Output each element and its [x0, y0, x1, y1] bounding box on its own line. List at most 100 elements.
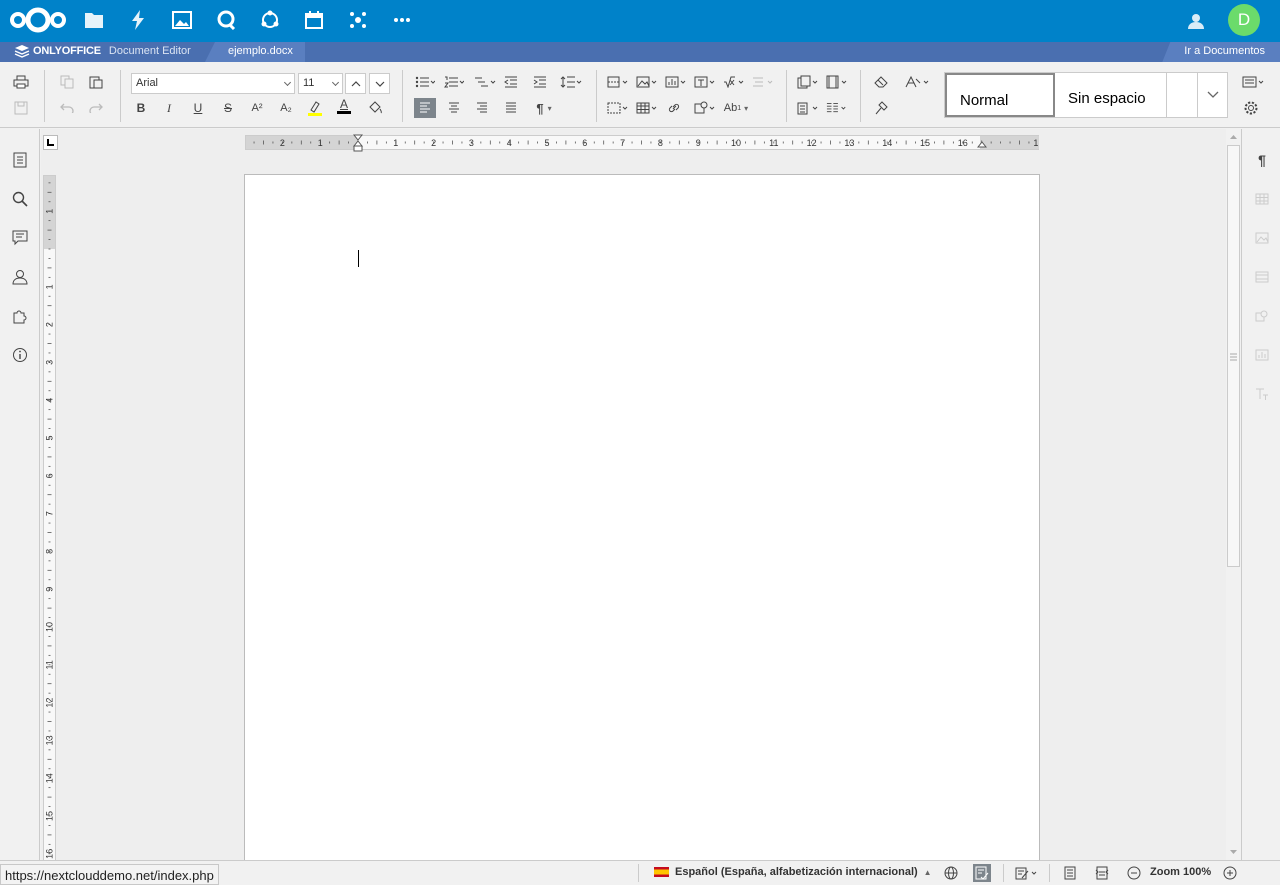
styles-more-button[interactable] [1197, 73, 1227, 117]
shape-settings-icon[interactable] [1253, 307, 1271, 325]
page-break-icon[interactable] [607, 72, 629, 92]
file-menu-icon[interactable] [10, 150, 30, 170]
paste-icon[interactable] [85, 72, 107, 92]
font-color-button[interactable]: A [333, 96, 355, 116]
undo-icon[interactable] [56, 98, 78, 118]
zoom-out-icon[interactable] [1125, 864, 1143, 882]
scrollbar-thumb[interactable] [1227, 145, 1240, 567]
spell-check-icon[interactable] [973, 864, 991, 882]
subscript-button[interactable]: A₂ [275, 98, 297, 118]
insert-table-icon[interactable] [636, 98, 658, 118]
fit-to-width-icon[interactable] [1093, 864, 1111, 882]
font-size-combo[interactable]: 11 [298, 73, 343, 94]
decrease-font-button[interactable] [369, 73, 390, 94]
change-case-button[interactable]: Ab 1 ▾ [722, 98, 750, 118]
insert-chart-icon[interactable] [665, 72, 687, 92]
multilevel-list-icon[interactable] [474, 72, 496, 92]
justify-icon[interactable] [500, 98, 522, 118]
line-spacing-icon[interactable] [560, 72, 582, 92]
photos-icon[interactable] [170, 8, 194, 32]
zoom-in-icon[interactable] [1221, 864, 1239, 882]
clear-style-icon[interactable] [870, 72, 892, 92]
insert-symbol-icon[interactable] [752, 72, 774, 92]
talk-icon[interactable] [214, 8, 238, 32]
color-scheme-icon[interactable] [904, 72, 930, 92]
activity-icon[interactable] [126, 8, 150, 32]
increase-font-button[interactable] [345, 73, 366, 94]
contacts-menu-icon[interactable] [1184, 9, 1208, 33]
vertical-scrollbar[interactable] [1226, 129, 1241, 860]
save-icon[interactable] [10, 98, 32, 118]
bullets-icon[interactable] [414, 72, 436, 92]
style-no-spacing[interactable]: Sin espacio [1055, 73, 1166, 117]
align-right-icon[interactable] [471, 98, 493, 118]
nextcloud-logo-icon[interactable] [8, 6, 68, 34]
columns-icon[interactable] [826, 98, 848, 118]
user-avatar[interactable]: D [1228, 4, 1260, 36]
numbering-icon[interactable] [443, 72, 465, 92]
calendar-icon[interactable] [302, 8, 326, 32]
decrease-indent-icon[interactable] [500, 72, 522, 92]
image-settings-icon[interactable] [1253, 229, 1271, 247]
view-settings-icon[interactable] [1240, 72, 1268, 92]
page-margins-icon[interactable] [826, 72, 848, 92]
paragraph-settings-icon[interactable]: ¶ [1253, 151, 1271, 169]
header-footer-icon[interactable] [797, 72, 819, 92]
superscript-button[interactable]: A² [246, 98, 268, 118]
advanced-settings-gear-icon[interactable] [1240, 98, 1262, 118]
insert-image-icon[interactable] [636, 72, 658, 92]
header-footer-settings-icon[interactable] [1253, 268, 1271, 286]
align-left-icon[interactable] [414, 98, 436, 118]
social-icon[interactable] [346, 8, 370, 32]
insert-equation-icon[interactable] [723, 72, 745, 92]
document-canvas[interactable]: 211234567891011121314151617 112345678910… [41, 129, 1226, 860]
indent-markers-icon[interactable] [353, 134, 363, 152]
style-normal[interactable]: Normal [945, 73, 1055, 117]
vertical-ruler[interactable]: 1 1 2 3 4 5 6 7 8 9 10 11 12 13 14 15 16 [43, 175, 56, 860]
fit-to-page-icon[interactable] [1061, 864, 1079, 882]
document-name[interactable]: ejemplo.docx [228, 45, 293, 57]
chat-user-icon[interactable] [10, 267, 30, 287]
plugins-icon[interactable] [10, 306, 30, 326]
highlight-color-button[interactable] [304, 98, 326, 118]
page-orientation-icon[interactable] [797, 98, 819, 118]
comments-icon[interactable] [10, 228, 30, 248]
ruler-label: 4 [45, 398, 55, 403]
insert-hyperlink-icon[interactable] [663, 98, 685, 118]
font-name-combo[interactable]: Arial [131, 73, 295, 94]
about-info-icon[interactable] [10, 345, 30, 365]
shading-color-button[interactable] [364, 98, 386, 118]
more-apps-icon[interactable] [390, 8, 414, 32]
language-selector[interactable]: Español (España, alfabetización internac… [654, 866, 932, 878]
table-settings-icon[interactable] [1253, 190, 1271, 208]
horizontal-ruler[interactable]: 211234567891011121314151617 [245, 134, 1039, 152]
insert-table-borders-icon[interactable] [607, 98, 629, 118]
strikethrough-button[interactable]: S [217, 98, 239, 118]
style-empty-slot[interactable] [1166, 73, 1197, 117]
insert-shape-icon[interactable] [694, 98, 716, 118]
document-page[interactable] [244, 174, 1040, 860]
right-indent-marker-icon[interactable] [977, 140, 987, 148]
search-icon[interactable] [10, 189, 30, 209]
increase-indent-icon[interactable] [529, 72, 551, 92]
scroll-down-icon[interactable] [1226, 846, 1241, 858]
copy-icon[interactable] [56, 72, 78, 92]
textart-settings-icon[interactable] [1253, 385, 1271, 403]
copy-style-icon[interactable] [870, 98, 892, 118]
document-language-globe-icon[interactable] [942, 864, 960, 882]
nonprinting-characters-button[interactable]: ¶ ▾ [530, 98, 558, 118]
bold-button[interactable]: B [130, 98, 152, 118]
insert-textbox-icon[interactable] [694, 72, 716, 92]
print-icon[interactable] [10, 72, 32, 92]
scroll-up-icon[interactable] [1226, 131, 1241, 143]
track-changes-icon[interactable] [1013, 864, 1041, 882]
tab-stop-selector[interactable] [43, 135, 58, 150]
go-to-documents-link[interactable]: Ir a Documentos [1162, 42, 1280, 62]
underline-button[interactable]: U [187, 98, 209, 118]
italic-button[interactable]: I [158, 98, 180, 118]
circles-icon[interactable] [258, 8, 282, 32]
files-icon[interactable] [82, 8, 106, 32]
align-center-icon[interactable] [443, 98, 465, 118]
redo-icon[interactable] [85, 98, 107, 118]
chart-settings-icon[interactable] [1253, 346, 1271, 364]
